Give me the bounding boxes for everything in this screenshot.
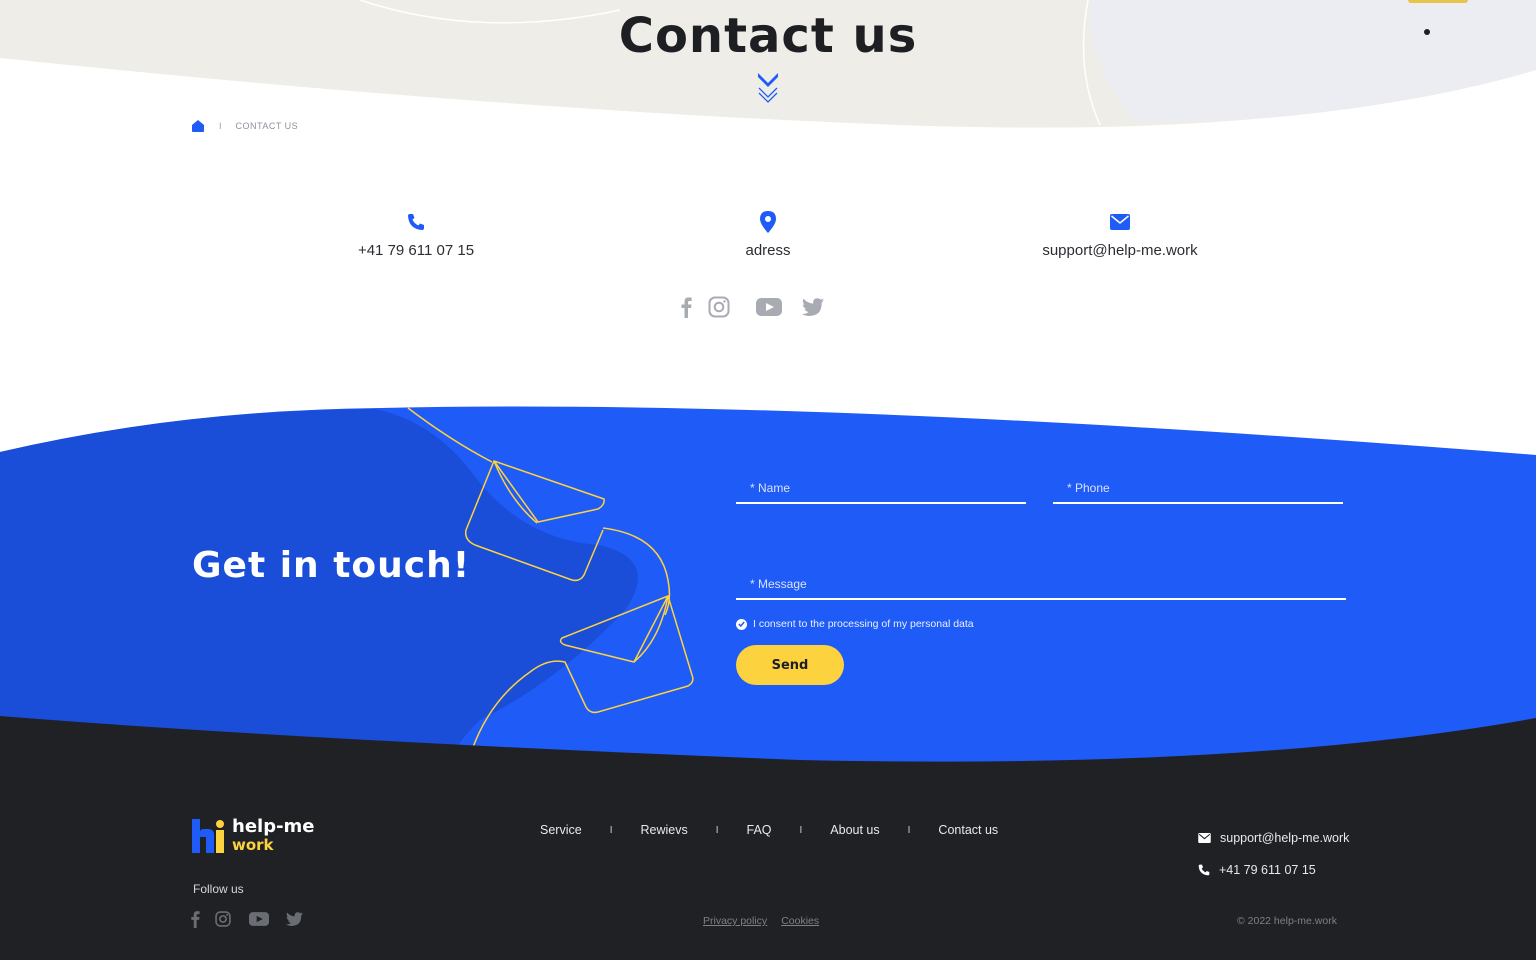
footer-nav-about[interactable]: About us (830, 823, 879, 837)
nav-separator: I (799, 824, 803, 836)
logo-line2: work (232, 836, 274, 854)
envelope-icon (1198, 833, 1211, 843)
nav-separator: I (907, 824, 911, 836)
check-icon (738, 621, 745, 627)
nav-separator: I (609, 824, 613, 836)
youtube-icon[interactable] (756, 298, 782, 316)
contact-email: support@help-me.work (990, 210, 1250, 259)
footer-nav-faq[interactable]: FAQ (747, 823, 772, 837)
name-input[interactable] (736, 474, 1026, 502)
contact-phone-text[interactable]: +41 79 611 07 15 (286, 242, 546, 259)
footer-email[interactable]: support@help-me.work (1198, 831, 1349, 845)
consent-label: I consent to the processing of my person… (753, 618, 974, 630)
instagram-icon[interactable] (215, 911, 231, 927)
youtube-icon[interactable] (249, 912, 269, 926)
message-input[interactable] (736, 570, 1346, 598)
consent-row: I consent to the processing of my person… (736, 618, 974, 630)
name-field (736, 474, 1026, 504)
logo-mark-icon (192, 819, 224, 853)
phone-field (1053, 474, 1343, 504)
message-field (736, 570, 1346, 600)
facebook-icon[interactable] (680, 296, 692, 318)
breadcrumb-separator: I (219, 120, 222, 131)
breadcrumb-current: CONTACT US (235, 120, 299, 131)
consent-checkbox[interactable] (736, 618, 747, 630)
instagram-icon[interactable] (708, 296, 730, 318)
footer-nav-service[interactable]: Service (540, 823, 582, 837)
footer-nav-contact[interactable]: Contact us (938, 823, 998, 837)
footer-phone-text: +41 79 611 07 15 (1219, 863, 1316, 877)
page-title: Contact us (618, 8, 918, 64)
logo-line1: help-me (232, 816, 315, 837)
footer-email-text: support@help-me.work (1220, 831, 1350, 845)
corner-decoration (1408, 0, 1468, 3)
contact-address-text: adress (745, 242, 791, 259)
follow-us-label: Follow us (193, 882, 244, 896)
send-button[interactable]: Send (736, 645, 844, 685)
phone-icon (408, 214, 424, 230)
twitter-icon[interactable] (802, 298, 824, 316)
footer-nav-reviews[interactable]: Rewievs (640, 823, 687, 837)
home-icon[interactable] (191, 119, 205, 132)
contact-email-text[interactable]: support@help-me.work (990, 242, 1250, 259)
social-links (680, 296, 824, 318)
footer-phone[interactable]: +41 79 611 07 15 (1198, 863, 1316, 877)
legal-links: Privacy policy Cookies (703, 915, 819, 927)
privacy-policy-link[interactable]: Privacy policy (703, 915, 767, 927)
twitter-icon[interactable] (286, 912, 303, 926)
breadcrumb: I CONTACT US (191, 119, 298, 132)
footer-nav: Service I Rewievs I FAQ I About us I Con… (540, 823, 998, 837)
contact-phone: +41 79 611 07 15 (286, 210, 546, 259)
footer-social-links (190, 910, 303, 928)
phone-input[interactable] (1053, 474, 1343, 502)
chevron-down-icon[interactable] (756, 70, 780, 104)
get-in-touch-title: Get in touch! (192, 545, 471, 586)
copyright: © 2022 help-me.work (1237, 915, 1337, 927)
logo[interactable]: help-me work (192, 818, 315, 854)
location-pin-icon (760, 211, 776, 233)
contact-address: adress (638, 210, 898, 259)
phone-icon (1198, 864, 1210, 876)
cookies-link[interactable]: Cookies (781, 915, 819, 927)
facebook-icon[interactable] (190, 910, 200, 928)
envelope-icon (1110, 214, 1130, 230)
nav-separator: I (715, 824, 719, 836)
